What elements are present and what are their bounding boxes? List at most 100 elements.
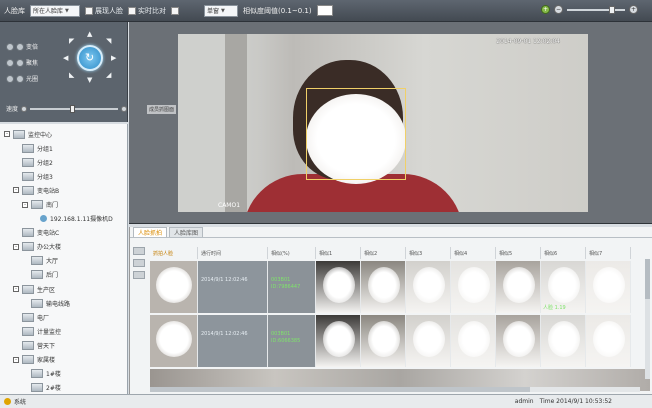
ptz-zoom-control[interactable]: 变倍: [6, 42, 38, 51]
capture-tab[interactable]: 人脸抓拍: [133, 227, 168, 237]
horizontal-scrollbar[interactable]: [150, 387, 640, 392]
arrow-right-icon[interactable]: ▶: [111, 54, 116, 62]
tree-item[interactable]: 营天下: [0, 338, 127, 352]
zoom-slider[interactable]: [567, 5, 625, 14]
tree-item[interactable]: 变电站C: [0, 226, 127, 240]
match-thumbnail[interactable]: [541, 315, 586, 367]
tree-expander-icon[interactable]: -: [13, 356, 19, 363]
match-thumbnail[interactable]: [361, 315, 406, 367]
mode-select[interactable]: 单窗 ▼: [204, 4, 238, 17]
tree-item[interactable]: 2#楼: [0, 381, 127, 394]
extra-checkbox[interactable]: [171, 6, 179, 15]
ptz-speed-slider[interactable]: [30, 104, 118, 113]
match-thumbnail[interactable]: [361, 261, 406, 313]
arrow-left-icon[interactable]: ◀: [63, 54, 68, 62]
ptz-direction-pad[interactable]: ▲ ▼ ◀ ▶ ◤ ◥ ◣ ◢ ↻: [60, 28, 120, 88]
match-thumbnail[interactable]: [406, 315, 451, 367]
vertical-scrollbar-thumb[interactable]: [645, 259, 650, 299]
vertical-scrollbar[interactable]: [645, 259, 650, 379]
grid-header-cell[interactable]: 相似6: [541, 247, 586, 259]
speed-plus-icon[interactable]: [121, 105, 127, 112]
ptz-iris-control[interactable]: 光圈: [6, 74, 38, 83]
arrow-up-icon[interactable]: ▲: [87, 30, 92, 38]
grid-header-cell[interactable]: 相似4: [451, 247, 496, 259]
ptz-focus-control[interactable]: 聚焦: [6, 58, 38, 67]
captured-face-thumbnail[interactable]: [150, 315, 198, 367]
zoom-plus-icon[interactable]: +: [629, 5, 638, 14]
match-thumbnail[interactable]: [451, 261, 496, 313]
tree-item[interactable]: 大厅: [0, 254, 127, 268]
iris-plus-icon[interactable]: [16, 74, 24, 83]
arrow-down-right-icon[interactable]: ◢: [106, 71, 111, 79]
grid-header-cell[interactable]: 通行时间: [198, 247, 268, 259]
tool-button[interactable]: [133, 247, 145, 255]
tree-expander-icon[interactable]: -: [13, 187, 19, 194]
zoom-in-icon[interactable]: +: [541, 5, 550, 14]
tree-item[interactable]: 分组3: [0, 169, 127, 183]
tree-item[interactable]: - 家属楼: [0, 353, 127, 367]
zoom-slider-handle[interactable]: [609, 5, 615, 14]
arrow-down-left-icon[interactable]: ◣: [69, 71, 74, 79]
match-thumbnail[interactable]: [451, 315, 496, 367]
folder-icon: [22, 355, 34, 365]
zoom-minus-icon[interactable]: [6, 42, 14, 51]
face-lib-select[interactable]: 所在人脸库 ▼: [30, 4, 80, 17]
zoom-out-icon[interactable]: −: [554, 5, 563, 14]
arrow-down-icon[interactable]: ▼: [87, 76, 92, 84]
focus-plus-icon[interactable]: [16, 58, 24, 67]
tree-item[interactable]: 1#楼: [0, 367, 127, 381]
tree-item[interactable]: - 生产区: [0, 282, 127, 296]
grid-header-cell[interactable]: 抓拍人脸: [150, 247, 198, 259]
tree-item[interactable]: - 监控中心: [0, 127, 127, 141]
capture-tab[interactable]: 人脸库图: [169, 227, 204, 237]
tree-expander-icon[interactable]: -: [22, 201, 28, 208]
horizontal-scrollbar-thumb[interactable]: [150, 387, 530, 392]
grid-header-cell[interactable]: 相似5: [496, 247, 541, 259]
ptz-speed-handle[interactable]: [70, 104, 76, 113]
captured-face-thumbnail[interactable]: [150, 261, 198, 313]
tree-item[interactable]: 后门: [0, 268, 127, 282]
grid-header-cell[interactable]: 相似7: [586, 247, 631, 259]
arrow-up-right-icon[interactable]: ◥: [106, 37, 111, 45]
tool-button[interactable]: [133, 271, 145, 279]
match-thumbnail[interactable]: [406, 261, 451, 313]
match-thumbnail[interactable]: [496, 315, 541, 367]
show-face-checkbox-group[interactable]: 展现人脸: [85, 6, 123, 16]
match-thumbnail[interactable]: [316, 315, 361, 367]
tree-item[interactable]: 输电线路: [0, 296, 127, 310]
tree-item[interactable]: - 办公大楼: [0, 240, 127, 254]
arrow-up-left-icon[interactable]: ◤: [69, 37, 74, 45]
match-thumbnail[interactable]: [586, 261, 631, 313]
ptz-auto-rotate-button[interactable]: ↻: [77, 45, 103, 71]
tree-item[interactable]: 分组2: [0, 155, 127, 169]
match-thumbnail[interactable]: [586, 315, 631, 367]
table-row[interactable]: 2014/9/1 12:02:46 003B01 ID:6066385: [150, 315, 650, 367]
grid-header-cell[interactable]: 相似(%): [268, 247, 316, 259]
tree-expander-icon[interactable]: -: [13, 243, 19, 250]
tree-expander-icon[interactable]: -: [4, 131, 10, 138]
match-thumbnail[interactable]: [316, 261, 361, 313]
tree-item[interactable]: 分组1: [0, 141, 127, 155]
tree-item[interactable]: - 南门: [0, 197, 127, 211]
match-thumbnail[interactable]: 人脸 1.19: [541, 261, 586, 313]
realtime-compare-checkbox[interactable]: [128, 6, 136, 15]
iris-minus-icon[interactable]: [6, 74, 14, 83]
zoom-plus-icon[interactable]: [16, 42, 24, 51]
tree-expander-icon[interactable]: -: [13, 286, 19, 293]
grid-header-cell[interactable]: 相似3: [406, 247, 451, 259]
realtime-compare-checkbox-group[interactable]: 实时比对: [128, 6, 166, 16]
grid-header-cell[interactable]: 相似1: [316, 247, 361, 259]
grid-header-cell[interactable]: 相似2: [361, 247, 406, 259]
tree-item[interactable]: 计量监控: [0, 324, 127, 338]
table-row[interactable]: 2014/9/1 12:02:46 003B01 ID:7986447 人脸 1.1…: [150, 261, 650, 313]
focus-minus-icon[interactable]: [6, 58, 14, 67]
tree-item[interactable]: - 变电站B: [0, 183, 127, 197]
tree-item[interactable]: 电厂: [0, 310, 127, 324]
show-face-checkbox[interactable]: [85, 6, 93, 15]
live-video-feed[interactable]: 2014-09-01 12:02:04 CAMO1: [178, 34, 588, 212]
threshold-input[interactable]: [316, 5, 333, 16]
match-thumbnail[interactable]: [496, 261, 541, 313]
speed-minus-icon[interactable]: [21, 105, 28, 112]
tree-item[interactable]: 192.168.1.11摄像机D: [0, 212, 127, 226]
tool-button[interactable]: [133, 259, 145, 267]
